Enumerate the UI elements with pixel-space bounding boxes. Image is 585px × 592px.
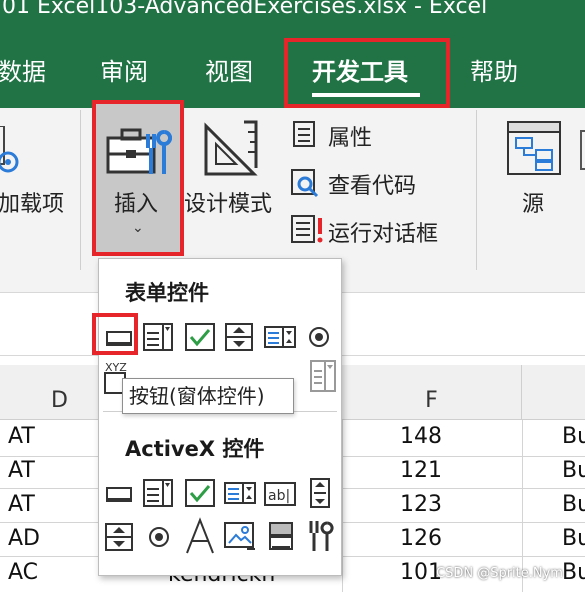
insert-button-highlight <box>92 100 184 256</box>
column-header-f-label: F <box>425 388 438 413</box>
cell-f[interactable]: 123 <box>400 492 442 517</box>
tab-view[interactable]: 视图 <box>205 58 253 86</box>
run-dialog-label[interactable]: 运行对话框 <box>328 216 438 248</box>
tooltip-text: 按钮(窗体控件) <box>129 384 265 408</box>
toggle-button-activex-icon[interactable] <box>265 521 297 551</box>
xml-source-icon[interactable] <box>506 120 562 176</box>
text-box-activex-icon[interactable]: ab| <box>263 479 296 509</box>
option-button-activex-icon[interactable] <box>143 521 175 551</box>
cell-g[interactable]: Bu <box>562 526 585 551</box>
command-button-activex-icon[interactable] <box>103 479 135 509</box>
column-header-g[interactable] <box>522 365 585 420</box>
cell-d[interactable]: AT <box>8 424 35 449</box>
cell-f[interactable]: 121 <box>400 458 442 483</box>
map-properties-icon[interactable] <box>580 130 585 170</box>
column-divider <box>342 420 343 592</box>
list-box-activex-icon[interactable] <box>223 477 256 507</box>
cell-f[interactable]: 126 <box>400 526 442 551</box>
developer-tab-highlight <box>284 38 450 108</box>
addins-gear-icon[interactable] <box>0 125 24 182</box>
tab-help[interactable]: 帮助 <box>470 58 518 86</box>
label-activex-icon[interactable] <box>183 517 217 555</box>
more-controls-tools-icon[interactable] <box>305 519 337 551</box>
properties-icon[interactable] <box>292 120 318 148</box>
watermark: CSDN @Sprite.Nym <box>436 566 563 581</box>
cell-d[interactable]: AT <box>8 492 35 517</box>
cell-g[interactable]: Bu <box>562 560 585 585</box>
title-bar: 01 Excel103-AdvancedExercises.xlsx - Exc… <box>0 0 585 30</box>
cell-f[interactable]: 148 <box>400 424 442 449</box>
check-box-activex-icon[interactable] <box>183 477 215 507</box>
column-header-f[interactable]: F <box>342 365 522 420</box>
image-activex-icon[interactable] <box>223 521 255 551</box>
scroll-bar-form-icon[interactable] <box>309 359 337 393</box>
cell-g[interactable]: Bu <box>562 424 585 449</box>
scroll-bar-activex-icon[interactable] <box>305 477 337 508</box>
window-title: 01 Excel103-AdvancedExercises.xlsx - Exc… <box>2 0 488 19</box>
button-control-highlight <box>92 313 138 355</box>
svg-text:ab|: ab| <box>268 488 290 504</box>
addins-label[interactable]: 加载项 <box>0 186 64 218</box>
view-code-icon[interactable] <box>290 168 320 198</box>
insert-controls-dropdown: 表单控件 XYZ ActiveX 控件 ab| <box>98 258 342 576</box>
view-code-label[interactable]: 查看代码 <box>328 168 416 200</box>
design-mode-label[interactable]: 设计模式 <box>184 186 272 218</box>
combo-box-form-icon[interactable] <box>141 321 173 351</box>
run-dialog-icon[interactable] <box>290 214 324 244</box>
design-mode-icon[interactable] <box>198 118 260 178</box>
button-form-control-tooltip: 按钮(窗体控件) <box>122 378 294 414</box>
list-box-form-icon[interactable] <box>263 321 296 351</box>
combo-box-activex-icon[interactable] <box>141 477 173 507</box>
activex-controls-heading: ActiveX 控件 <box>125 437 265 461</box>
tab-review[interactable]: 审阅 <box>100 58 148 86</box>
column-header-d-label: D <box>51 388 68 413</box>
properties-label[interactable]: 属性 <box>328 120 372 152</box>
option-button-form-icon[interactable] <box>303 321 335 351</box>
cell-g[interactable]: Bu <box>562 492 585 517</box>
cell-d[interactable]: AD <box>8 526 40 551</box>
tab-data[interactable]: 数据 <box>0 58 46 86</box>
form-controls-heading: 表单控件 <box>125 281 209 305</box>
cell-d[interactable]: AC <box>8 560 38 585</box>
spin-button-activex-icon[interactable] <box>103 521 135 551</box>
source-label[interactable]: 源 <box>522 186 544 218</box>
ribbon-separator <box>476 110 477 270</box>
cell-d[interactable]: AT <box>8 458 35 483</box>
ribbon-separator <box>80 110 81 270</box>
check-box-form-icon[interactable] <box>183 321 215 351</box>
spin-button-form-icon[interactable] <box>223 321 255 351</box>
cell-g[interactable]: Bu <box>562 458 585 483</box>
